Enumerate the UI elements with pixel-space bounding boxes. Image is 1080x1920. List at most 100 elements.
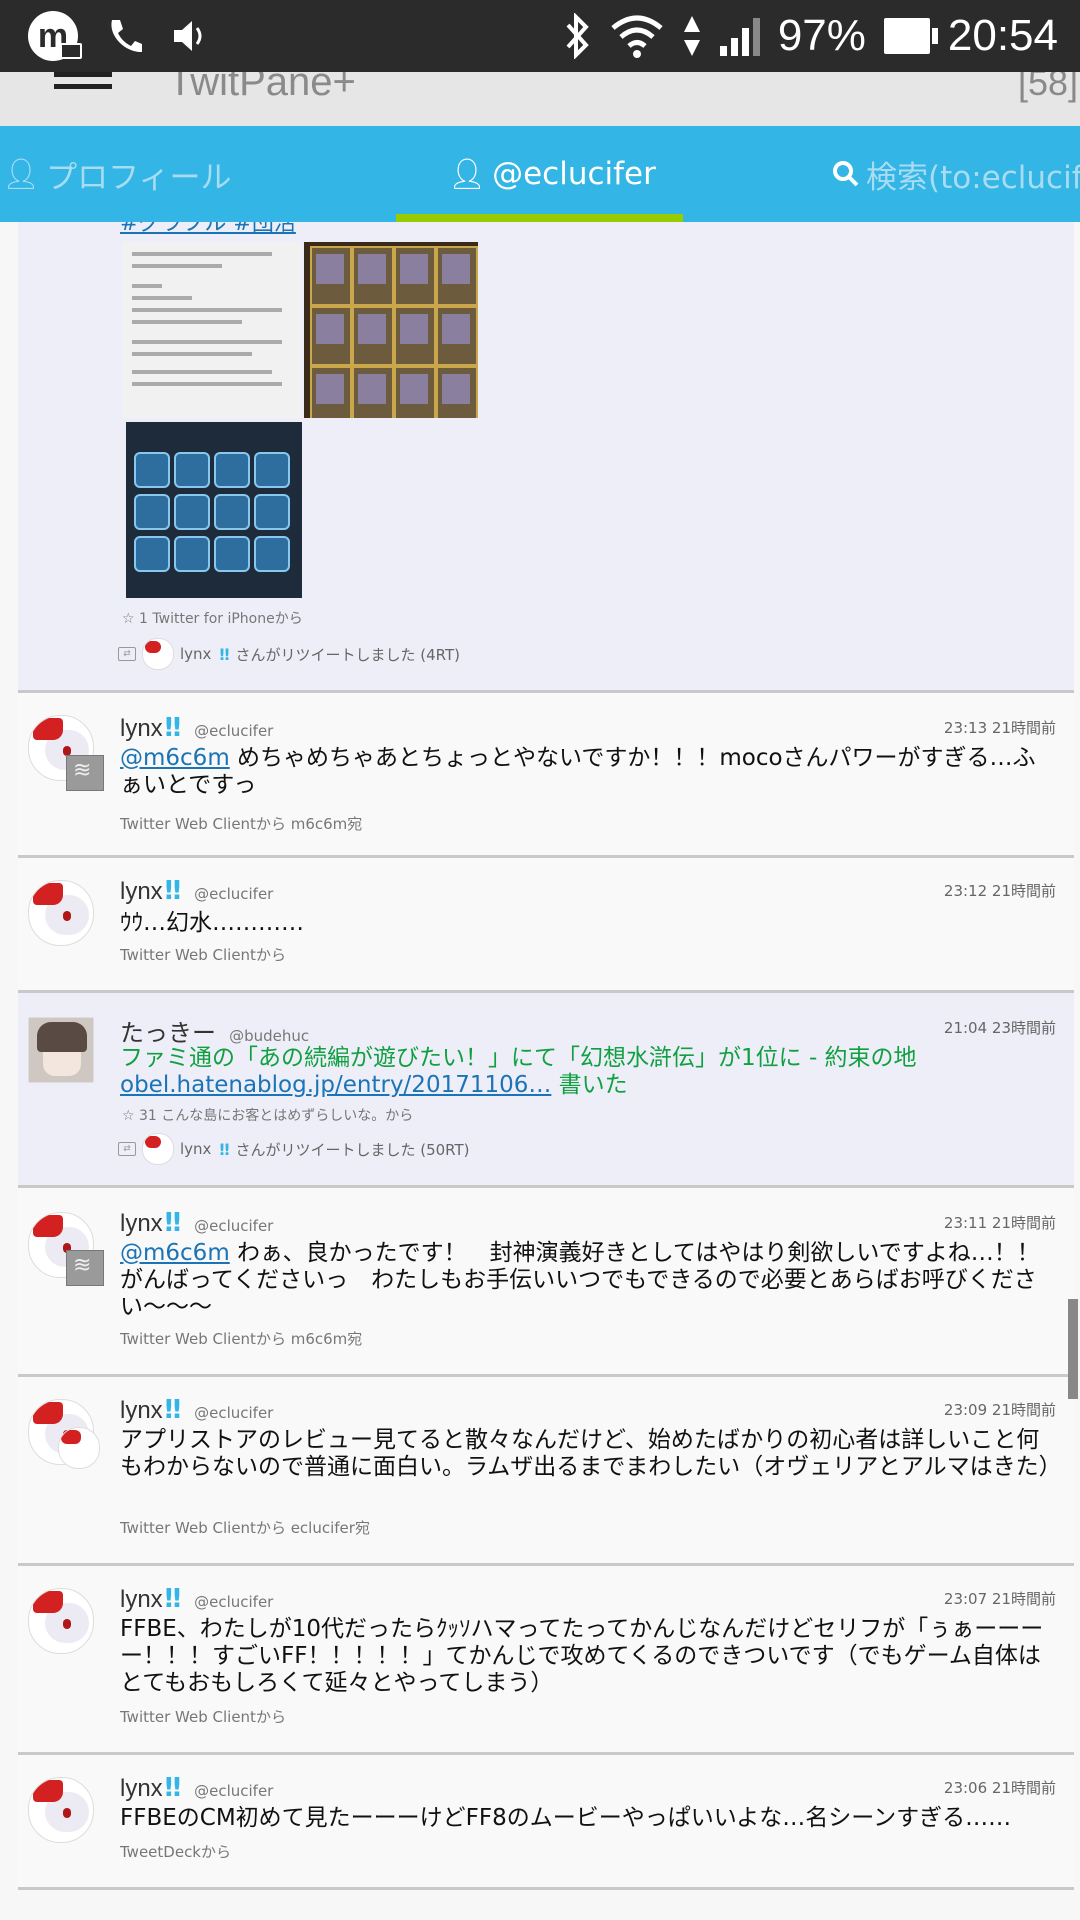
user-name[interactable]: lynx (120, 878, 163, 905)
tweet-item[interactable]: lynx‼ @eclucifer 23:09 21時間前 アプリストアのレビュー… (18, 1377, 1074, 1566)
status-left: m (28, 10, 210, 62)
user-name[interactable]: lynx (120, 1210, 163, 1237)
retweeter-name: lynx (180, 1140, 212, 1158)
retweet-info: ⇄ lynx ‼ さんがリツイートしました (50RT) (118, 1133, 470, 1165)
tweet-meta: ☆ 1 Twitter for iPhoneから (122, 608, 303, 628)
tweet-time: 23:06 21時間前 (943, 1779, 1056, 1797)
avatar[interactable] (28, 880, 94, 946)
tweet-time: 23:09 21時間前 (943, 1401, 1056, 1419)
mention-link[interactable]: @m6c6m (120, 1240, 230, 1266)
retweeter-avatar (142, 638, 174, 670)
user-name[interactable]: lynx (120, 1586, 163, 1613)
badge-icon: ‼ (164, 713, 181, 743)
tab-profile[interactable]: 👤︎ プロフィール (2, 126, 231, 222)
tweet-via: Twitter Web Clientから eclucifer宛 (120, 1519, 370, 1537)
timeline-list[interactable]: #グラブル #団活 ☆ 1 Twitter for iPhoneから ⇄ lyn… (0, 222, 1080, 1920)
status-right: 97% 20:54 (562, 8, 1058, 64)
tweet-time: 23:07 21時間前 (943, 1590, 1056, 1608)
tab-search[interactable]: 検索(to:eclucifer (832, 126, 1080, 222)
battery-icon (883, 18, 938, 54)
retweet-text: さんがリツイートしました (4RT) (235, 645, 460, 664)
tweet-hashtags[interactable]: #グラブル #団活 (120, 222, 1056, 237)
reply-target-avatar (66, 755, 104, 791)
tweet-link[interactable]: obel.hatenablog.jp/entry/20171106… (120, 1072, 551, 1098)
avatar[interactable] (28, 1777, 94, 1843)
user-handle: @eclucifer (194, 722, 274, 740)
retweeter-avatar (142, 1133, 174, 1165)
hashtag-link[interactable]: #グラブル #団活 (120, 222, 296, 236)
favorite-count: 1 (139, 611, 148, 627)
user-name[interactable]: lynx (120, 1775, 163, 1802)
tweet-header: lynx‼ @eclucifer 23:12 21時間前 (120, 876, 1056, 906)
user-handle: @eclucifer (194, 1593, 274, 1611)
app-title: TwitPane+ (168, 72, 356, 104)
badge-icon: ‼ (164, 876, 181, 906)
tweet-item[interactable]: lynx‼ @eclucifer 23:11 21時間前 @m6c6m わぁ、良… (18, 1188, 1074, 1377)
user-handle: @budehuc (229, 1027, 310, 1045)
tweet-body: FFBE、わたしが10代だったらｸｯｿハマってたってかんじなんだけどセリフが「ぅ… (120, 1616, 1044, 1696)
person-icon: 👤︎ (2, 156, 41, 192)
tweet-via: Twitter Web Clientから m6c6m宛 (120, 815, 363, 833)
avatar[interactable] (28, 1017, 94, 1083)
favorite-count: 31 (139, 1108, 157, 1124)
battery-percent: 97% (777, 11, 866, 60)
status-bar: m 97% 20:54 (0, 0, 1080, 72)
user-handle: @eclucifer (194, 1217, 274, 1235)
tweet-body: FFBEのCM初めて見たーーーけどFF8のムービーやっぱいいよな…名シーンすぎる… (120, 1805, 1012, 1831)
tweet-header: lynx‼ @eclucifer 23:13 21時間前 (120, 713, 1056, 743)
tweet-item[interactable]: lynx‼ @eclucifer 23:06 21時間前 FFBEのCM初めて見… (18, 1755, 1074, 1890)
tweet-body: ｳｳ…幻水………… (120, 910, 304, 936)
tweet-time: 23:13 21時間前 (943, 719, 1056, 737)
reply-target-avatar (58, 1427, 100, 1469)
mention-link[interactable]: @m6c6m (120, 745, 230, 771)
tweet-header: lynx‼ @eclucifer 23:09 21時間前 (120, 1395, 1056, 1425)
menu-icon[interactable] (54, 72, 112, 114)
app-notification-icon: m (28, 11, 82, 61)
wifi-icon (611, 15, 663, 58)
tweet-body: わぁ、良かったです！ 封神演義好きとしてはやはり剣欲しいですよね…！！がんばって… (120, 1240, 1040, 1320)
tweet-body: ファミ通の「あの続編が遊びたい！」にて「幻想水滸伝」が1位に - 約束の地 (120, 1045, 917, 1071)
tweet-time: 23:12 21時間前 (943, 882, 1056, 900)
clock: 20:54 (947, 11, 1058, 60)
tweet-header: lynx‼ @eclucifer 23:11 21時間前 (120, 1208, 1056, 1238)
tweet-image[interactable] (304, 242, 478, 418)
tweet-via: Twitter Web Clientから (120, 1708, 286, 1726)
tab-user-timeline[interactable]: 👤︎ @eclucifer (448, 126, 656, 222)
search-icon (833, 161, 859, 187)
retweet-icon: ⇄ (118, 1142, 136, 1156)
scrollbar-thumb[interactable] (1068, 1299, 1078, 1399)
person-icon: 👤︎ (448, 156, 487, 192)
tweet-body: アプリストアのレビュー見てると散々なんだけど、始めたばかりの初心者は詳しいこと何… (120, 1427, 1062, 1480)
tweet-item[interactable]: lynx‼ @eclucifer 23:13 21時間前 @m6c6m めちゃめ… (18, 693, 1074, 858)
user-handle: @eclucifer (194, 885, 274, 903)
tweet-item[interactable]: lynx‼ @eclucifer 23:07 21時間前 FFBE、わたしが10… (18, 1566, 1074, 1755)
tweet-item[interactable]: lynx‼ @eclucifer 23:12 21時間前 ｳｳ…幻水………… T… (18, 858, 1074, 993)
tweet-item[interactable]: たっきー @budehuc 21:04 23時間前 ファミ通の「あの続編が遊びた… (18, 993, 1074, 1188)
tweet-time: 23:11 21時間前 (943, 1214, 1056, 1232)
tweet-client: Twitter for iPhoneから (152, 611, 303, 627)
badge-icon: ‼ (164, 1395, 181, 1425)
tweet-via: Twitter Web Clientから m6c6m宛 (120, 1330, 363, 1348)
reply-target-avatar (66, 1250, 104, 1286)
unread-count[interactable]: [58] (1018, 72, 1078, 104)
tweet-via: TweetDeckから (120, 1843, 231, 1861)
badge-icon: ‼ (164, 1584, 181, 1614)
tweet-header: lynx‼ @eclucifer 23:07 21時間前 (120, 1584, 1056, 1614)
tweet-time: 21:04 23時間前 (943, 1019, 1056, 1037)
user-handle: @eclucifer (194, 1782, 274, 1800)
badge-icon: ‼ (164, 1208, 181, 1238)
tab-profile-label: プロフィール (46, 159, 232, 196)
tweet-item[interactable]: #グラブル #団活 ☆ 1 Twitter for iPhoneから ⇄ lyn… (18, 222, 1074, 693)
tweet-body: めちゃめちゃあとちょっとやないですか！！！mocoさんパワーがすぎる…ふぁいとで… (120, 745, 1036, 798)
active-tab-indicator (396, 214, 683, 222)
tweet-image[interactable] (126, 422, 302, 598)
user-handle: @eclucifer (194, 1404, 274, 1422)
user-name[interactable]: たっきー (120, 1020, 216, 1047)
retweet-text: さんがリツイートしました (50RT) (235, 1140, 470, 1159)
user-name[interactable]: lynx (120, 1397, 163, 1424)
badge-icon: ‼ (164, 1773, 181, 1803)
tweet-image[interactable] (122, 242, 302, 418)
user-name[interactable]: lynx (120, 715, 163, 742)
data-arrows-icon (683, 16, 700, 56)
avatar[interactable] (28, 1588, 94, 1654)
